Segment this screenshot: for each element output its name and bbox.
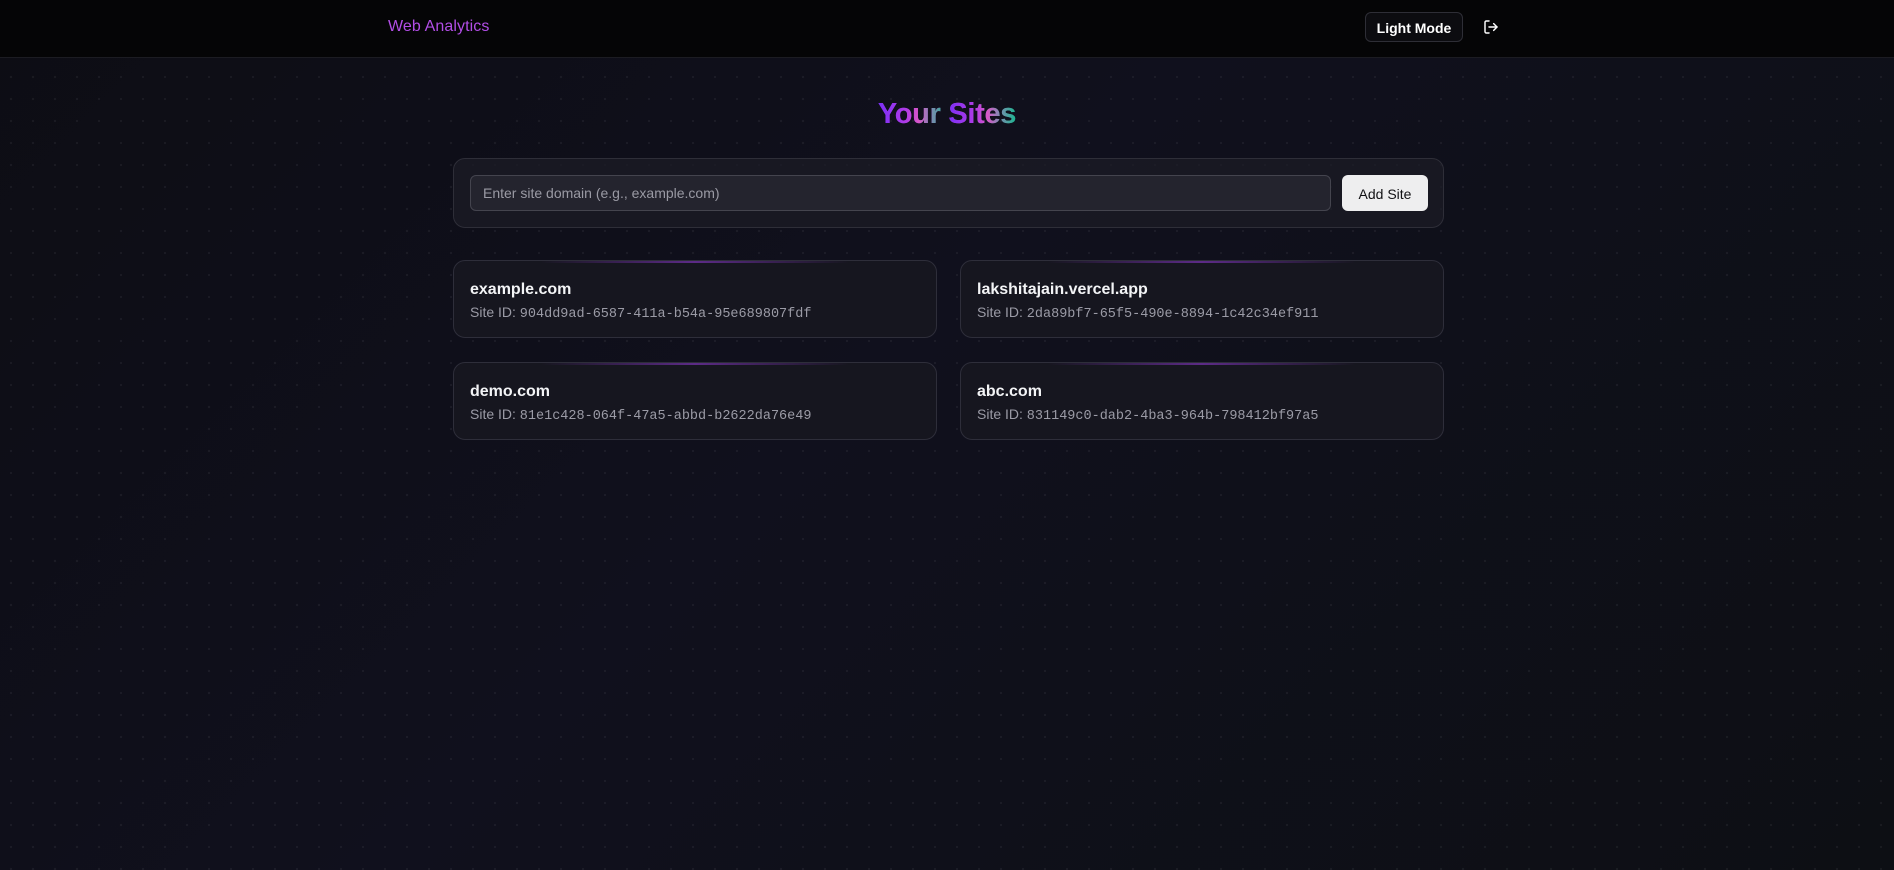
site-card[interactable]: abc.com Site ID: 831149c0-dab2-4ba3-964b…: [960, 362, 1444, 440]
site-id-label: Site ID:: [470, 406, 516, 422]
site-id-value: 81e1c428-064f-47a5-abbd-b2622da76e49: [519, 409, 812, 424]
card-glow: [1047, 261, 1357, 263]
site-domain: example.com: [470, 281, 572, 298]
site-id-value: 831149c0-dab2-4ba3-964b-798412bf97a5: [1026, 409, 1319, 424]
card-glow: [540, 363, 850, 365]
site-id-line: Site ID: 81e1c428-064f-47a5-abbd-b2622da…: [470, 406, 811, 424]
logout-icon: [1484, 20, 1498, 34]
site-card[interactable]: demo.com Site ID: 81e1c428-064f-47a5-abb…: [453, 362, 937, 440]
site-id-label: Site ID:: [977, 304, 1023, 320]
site-domain: abc.com: [977, 383, 1042, 400]
site-id-label: Site ID:: [977, 406, 1023, 422]
site-domain: lakshitajain.vercel.app: [977, 281, 1148, 298]
site-card[interactable]: example.com Site ID: 904dd9ad-6587-411a-…: [453, 260, 937, 338]
site-domain-input[interactable]: [470, 175, 1331, 211]
page-title-part-1: Your: [877, 98, 949, 130]
page-title: Your Sites: [0, 98, 1894, 131]
page-title-text: Your Sites: [877, 98, 1017, 130]
card-glow: [540, 261, 850, 263]
add-site-panel: Add Site: [453, 158, 1444, 228]
light-mode-button[interactable]: Light Mode: [1365, 12, 1463, 42]
site-id-line: Site ID: 904dd9ad-6587-411a-b54a-95e6898…: [470, 304, 811, 322]
site-id-label: Site ID:: [470, 304, 516, 320]
card-glow: [1047, 363, 1357, 365]
brand-link[interactable]: Web Analytics: [388, 18, 490, 36]
site-domain: demo.com: [470, 383, 551, 400]
logout-button[interactable]: [1480, 16, 1502, 38]
site-id-line: Site ID: 831149c0-dab2-4ba3-964b-798412b…: [977, 406, 1318, 424]
top-navbar: Web Analytics Light Mode: [0, 0, 1894, 58]
add-site-button[interactable]: Add Site: [1342, 175, 1428, 211]
site-id-value: 904dd9ad-6587-411a-b54a-95e689807fdf: [519, 307, 812, 322]
site-card[interactable]: lakshitajain.vercel.app Site ID: 2da89bf…: [960, 260, 1444, 338]
site-id-value: 2da89bf7-65f5-490e-8894-1c42c34ef911: [1026, 307, 1319, 322]
site-id-line: Site ID: 2da89bf7-65f5-490e-8894-1c42c34…: [977, 304, 1318, 322]
page-title-part-2: Sites: [948, 98, 1017, 130]
